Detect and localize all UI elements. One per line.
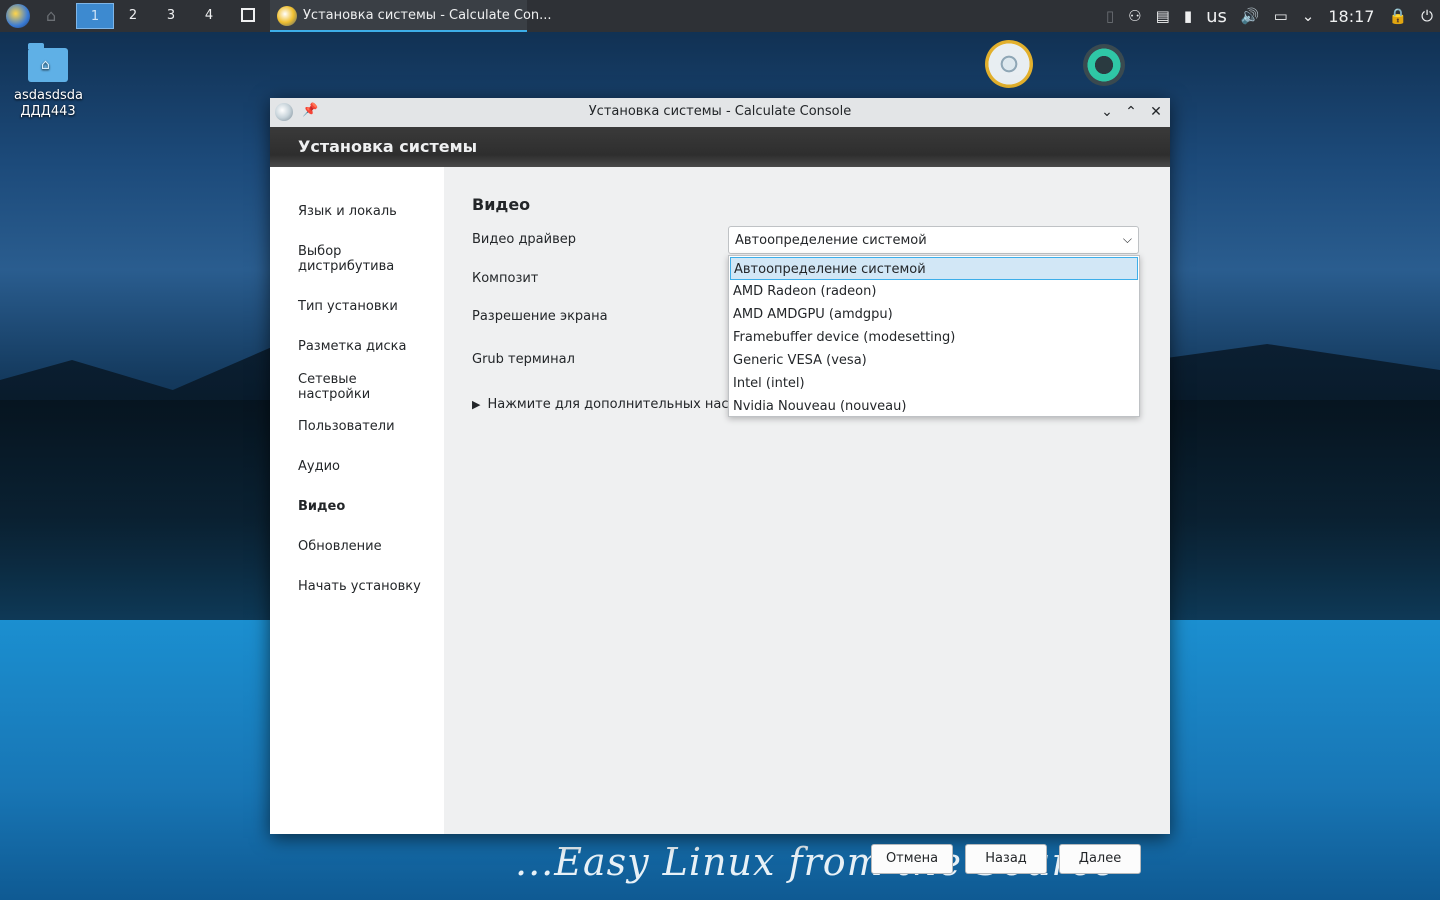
installer-window: 📌 Установка системы - Calculate Console … (270, 98, 1170, 874)
keyboard-layout[interactable]: us (1206, 6, 1227, 27)
sidebar-item-distribution[interactable]: Выбор дистрибутива (298, 244, 398, 274)
user-switch-icon[interactable]: ⚇ (1128, 7, 1141, 25)
sidebar-item-network[interactable]: Сетевые настройки (298, 372, 378, 402)
advanced-settings-label: Нажмите для дополнительных настро (487, 397, 753, 412)
taskbar-item-label: Установка системы - Calculate Con... (303, 8, 552, 23)
composite-label: Композит (472, 271, 539, 286)
virtual-desktop-pager: 1 2 3 4 (76, 3, 228, 29)
sidebar-item-start-install[interactable]: Начать установку (298, 579, 438, 594)
tray-expand-chevron-icon[interactable]: ⌄ (1302, 7, 1315, 25)
notes-icon[interactable]: ▤ (1156, 7, 1170, 25)
cancel-button[interactable]: Отмена (871, 844, 953, 874)
dropdown-option[interactable]: Generic VESA (vesa) (730, 349, 1138, 372)
minimize-chevron-icon[interactable]: ⌄ (1097, 102, 1117, 122)
expand-triangle-icon: ▶ (472, 398, 481, 411)
home-folder-icon: ⌂ (28, 43, 68, 82)
taskbar-item-installer[interactable]: Установка системы - Calculate Con... (270, 0, 552, 32)
power-icon[interactable]: ⏻ (1421, 7, 1433, 25)
dropdown-option[interactable]: Framebuffer device (modesetting) (730, 326, 1138, 349)
clock[interactable]: 18:17 (1328, 7, 1374, 26)
next-button[interactable]: Далее (1059, 844, 1141, 874)
lock-screen-icon[interactable]: 🔒 (1388, 7, 1407, 25)
close-icon[interactable]: ✕ (1146, 102, 1166, 122)
back-button[interactable]: Назад (965, 844, 1047, 874)
desktop-folder-label: asdasdsda ДДД443 (14, 88, 83, 119)
installer-task-icon (277, 6, 297, 26)
sidebar-item-partitioning[interactable]: Разметка диска (298, 339, 438, 354)
desktop-folder[interactable]: ⌂ asdasdsda ДДД443 (14, 43, 83, 120)
volume-icon[interactable]: 🔊 (1241, 7, 1260, 25)
sidebar-item-language[interactable]: Язык и локаль (298, 204, 438, 219)
advanced-settings-expander[interactable]: ▶ Нажмите для дополнительных настро (472, 397, 752, 412)
video-driver-label: Видео драйвер (472, 232, 577, 247)
top-panel: ⌂ 1 2 3 4 Установка системы - Calculate … (0, 0, 1440, 32)
sidebar-item-install-type[interactable]: Тип установки (298, 299, 438, 314)
installer-disc-icon[interactable] (985, 40, 1033, 88)
resolution-label: Разрешение экрана (472, 309, 608, 324)
app-launcher-icon[interactable] (6, 4, 30, 28)
chevron-down-icon: ⌵ (1122, 232, 1132, 246)
dropdown-option[interactable]: AMD AMDGPU (amdgpu) (730, 303, 1138, 326)
grub-terminal-label: Grub терминал (472, 352, 575, 367)
show-desktop-icon[interactable] (241, 8, 255, 22)
video-driver-value: Автоопределение системой (735, 233, 927, 248)
sidebar-item-video[interactable]: Видео (298, 499, 438, 514)
page-title: Установка системы (298, 137, 478, 156)
maximize-chevron-icon[interactable]: ⌃ (1121, 102, 1141, 122)
steps-sidebar: Язык и локаль Выбор дистрибутива Тип уст… (270, 167, 444, 834)
dropdown-option[interactable]: Intel (intel) (730, 372, 1138, 395)
video-driver-select[interactable]: Автоопределение системой ⌵ (728, 226, 1139, 254)
network-icon[interactable]: ▭ (1274, 7, 1288, 25)
sidebar-item-update[interactable]: Обновление (298, 539, 438, 554)
sidebar-item-audio[interactable]: Аудио (298, 459, 438, 474)
usb-device-icon[interactable]: ▮ (1184, 7, 1192, 25)
desktop-4-button[interactable]: 4 (190, 3, 228, 29)
window-title: Установка системы - Calculate Console (588, 104, 852, 119)
dropdown-option[interactable]: Nvidia Nouveau (nouveau) (730, 395, 1138, 418)
desktop-1-button[interactable]: 1 (76, 3, 114, 29)
sidebar-item-users[interactable]: Пользователи (298, 419, 438, 434)
app-ring-icon[interactable] (1083, 44, 1125, 86)
section-title: Видео (472, 195, 531, 214)
clipboard-icon[interactable]: ▯ (1106, 7, 1114, 25)
dropdown-option[interactable]: Автоопределение системой (730, 257, 1138, 280)
installer-header: Установка системы (270, 127, 1170, 167)
system-tray: ▯ ⚇ ▤ ▮ us 🔊 ▭ ⌄ 18:17 🔒 ⏻ (1099, 0, 1440, 32)
desktop-3-button[interactable]: 3 (152, 3, 190, 29)
window-titlebar[interactable]: 📌 Установка системы - Calculate Console … (270, 98, 1170, 128)
dropdown-option[interactable]: AMD Radeon (radeon) (730, 280, 1138, 303)
desktop-2-button[interactable]: 2 (114, 3, 152, 29)
home-icon[interactable]: ⌂ (46, 8, 64, 24)
video-driver-dropdown: Автоопределение системой AMD Radeon (rad… (728, 255, 1140, 417)
